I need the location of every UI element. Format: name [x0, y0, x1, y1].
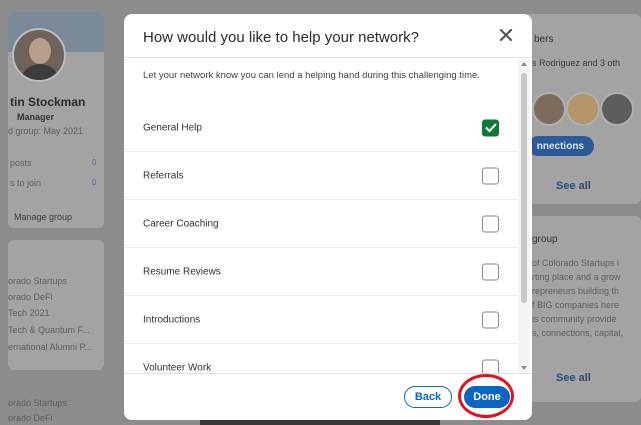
about-line: of Colorado Startups i — [532, 258, 620, 268]
stat-value: 0 — [92, 158, 97, 167]
about-line: f BIG companies here — [532, 300, 620, 310]
checkbox[interactable] — [482, 263, 499, 280]
back-button[interactable]: Back — [404, 386, 452, 408]
option-label: Resume Reviews — [143, 266, 221, 277]
scroll-down-arrow-icon[interactable] — [521, 366, 527, 370]
stat-value: 0 — [92, 178, 97, 187]
dialog-intro: Let your network know you can lend a hel… — [143, 70, 480, 81]
checkbox[interactable] — [482, 119, 499, 136]
profile-name: tin Stockman — [10, 95, 86, 109]
profile-joined: d group: May 2021 — [8, 126, 84, 136]
group-link[interactable]: ernational Alumni P... — [8, 342, 92, 352]
member-avatar — [532, 92, 566, 126]
manage-group-link[interactable]: Manage group — [14, 212, 72, 222]
dialog-scrollbar[interactable] — [518, 59, 530, 373]
option-referrals[interactable]: Referrals — [124, 152, 518, 200]
group-link[interactable]: orado DeFi — [8, 413, 53, 423]
group-link[interactable]: orado DeFi — [8, 292, 53, 302]
checkbox[interactable] — [482, 167, 499, 184]
about-line: repreneurs building th — [532, 286, 620, 296]
checkbox[interactable] — [482, 311, 499, 328]
checkbox[interactable] — [482, 215, 499, 232]
stat-label: s to join — [10, 178, 42, 188]
checkmark-icon — [484, 123, 497, 133]
profile-role: Manager — [17, 112, 55, 122]
about-line: rting place and a grow — [532, 272, 621, 282]
checkbox[interactable] — [482, 359, 499, 373]
stat-label: posts — [10, 158, 32, 168]
member-avatar — [566, 92, 600, 126]
option-career-coaching[interactable]: Career Coaching — [124, 200, 518, 248]
option-general-help[interactable]: General Help — [124, 104, 518, 152]
group-link[interactable]: Tech 2021 — [8, 308, 50, 318]
members-text: s Rodriguez and 3 oth — [532, 58, 621, 68]
connections-button[interactable]: nnections — [528, 136, 594, 156]
member-avatar — [600, 92, 634, 126]
group-link[interactable]: orado Startups — [8, 276, 67, 286]
help-network-dialog: How would you like to help your network?… — [124, 14, 532, 420]
about-line: is community provide — [532, 314, 617, 324]
done-button[interactable]: Done — [464, 386, 510, 408]
scroll-up-arrow-icon[interactable] — [521, 62, 527, 66]
dialog-title: How would you like to help your network? — [143, 29, 419, 46]
option-label: Introductions — [143, 314, 201, 325]
option-label: General Help — [143, 122, 202, 133]
close-icon[interactable]: ✕ — [494, 24, 518, 48]
about-line: s, connections, capital, — [532, 328, 624, 338]
group-link[interactable]: Tech & Quantum F... — [8, 325, 90, 335]
avatar — [12, 28, 66, 82]
option-label: Referrals — [143, 170, 184, 181]
option-introductions[interactable]: Introductions — [124, 296, 518, 344]
option-resume-reviews[interactable]: Resume Reviews — [124, 248, 518, 296]
group-link[interactable]: orado Startups — [8, 398, 67, 408]
members-title: bers — [534, 34, 554, 45]
see-all-link[interactable]: See all — [556, 180, 591, 192]
option-label: Career Coaching — [143, 218, 219, 229]
dialog-footer: Back Done — [124, 373, 532, 420]
about-title: group — [532, 234, 558, 245]
scroll-thumb[interactable] — [521, 73, 527, 303]
option-label: Volunteer Work — [143, 362, 212, 373]
option-volunteer-work[interactable]: Volunteer Work — [124, 344, 518, 373]
see-all-link[interactable]: See all — [556, 372, 591, 384]
dialog-body: Let your network know you can lend a hel… — [124, 59, 518, 373]
dialog-header: How would you like to help your network?… — [124, 14, 532, 58]
